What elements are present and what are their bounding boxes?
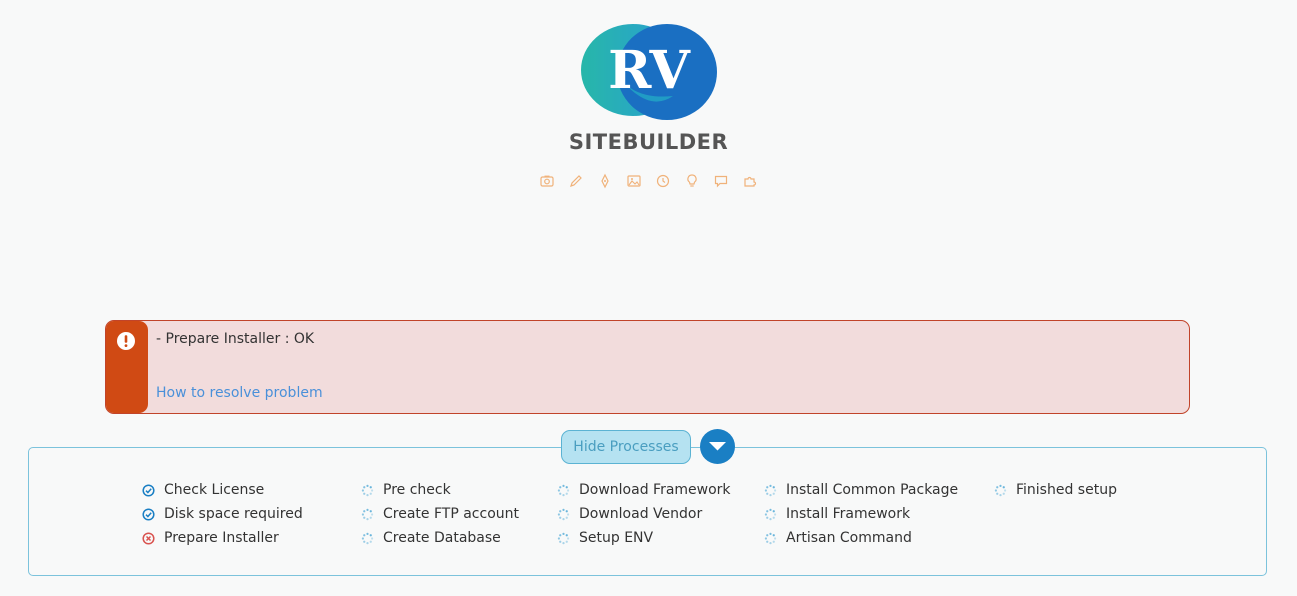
chevron-down-icon <box>709 442 726 451</box>
spinner-icon <box>557 532 570 545</box>
process-label: Download Vendor <box>579 506 703 522</box>
clock-icon <box>655 173 671 189</box>
spinner-icon <box>764 532 777 545</box>
spinner-icon <box>361 484 374 497</box>
pencil-icon <box>568 173 584 189</box>
process-column: Check License Disk space required Prepare … <box>142 478 303 550</box>
process-item: Setup ENV <box>557 526 731 550</box>
process-item: Install Framework <box>764 502 958 526</box>
alert-message: - Prepare Installer : OK <box>156 331 315 347</box>
process-item: Install Common Package <box>764 478 958 502</box>
exclamation-circle-icon <box>117 332 135 350</box>
svg-text:RV: RV <box>608 40 691 101</box>
process-label: Create Database <box>383 530 501 546</box>
process-item: Prepare Installer <box>142 526 303 550</box>
process-item: Create FTP account <box>361 502 519 526</box>
alert-side-bar <box>106 321 148 413</box>
process-item: Download Framework <box>557 478 731 502</box>
process-column: Pre check Create FTP account Create Databa… <box>361 478 519 550</box>
error-alert: - Prepare Installer : OK How to resolve … <box>105 320 1190 414</box>
process-item: Download Vendor <box>557 502 731 526</box>
process-item: Check License <box>142 478 303 502</box>
process-label: Disk space required <box>164 506 303 522</box>
camera-icon <box>539 173 555 189</box>
process-label: Install Framework <box>786 506 911 522</box>
lightbulb-icon <box>684 173 700 189</box>
process-label: Check License <box>164 482 265 498</box>
spinner-icon <box>361 532 374 545</box>
chat-icon <box>713 173 729 189</box>
process-label: Prepare Installer <box>164 530 279 546</box>
spinner-icon <box>557 508 570 521</box>
pen-nib-icon <box>597 173 613 189</box>
process-item: Artisan Command <box>764 526 958 550</box>
puzzle-icon <box>742 173 758 189</box>
check-circle-icon <box>142 483 155 497</box>
process-label: Artisan Command <box>786 530 912 546</box>
process-column: Finished setup <box>994 478 1117 502</box>
process-column: Install Common Package Install Framework A… <box>764 478 958 550</box>
process-item: Disk space required <box>142 502 303 526</box>
process-label: Finished setup <box>1016 482 1117 498</box>
process-label: Create FTP account <box>383 506 519 522</box>
check-circle-icon <box>142 507 155 521</box>
processes-toggle-button[interactable] <box>700 429 735 464</box>
process-item: Create Database <box>361 526 519 550</box>
feature-icon-strip <box>0 173 1297 189</box>
image-icon <box>626 173 642 189</box>
process-label: Pre check <box>383 482 451 498</box>
logo: RV <box>0 22 1297 126</box>
spinner-icon <box>764 484 777 497</box>
spinner-icon <box>557 484 570 497</box>
process-label: Install Common Package <box>786 482 959 498</box>
hide-processes-button[interactable]: Hide Processes <box>561 430 691 464</box>
resolve-problem-link[interactable]: How to resolve problem <box>156 385 323 401</box>
brand-name: SITEBUILDER <box>568 130 729 154</box>
process-label: Setup ENV <box>579 530 654 546</box>
process-item: Pre check <box>361 478 519 502</box>
spinner-icon <box>361 508 374 521</box>
spinner-icon <box>994 484 1007 497</box>
rv-logo-icon: RV <box>580 24 717 120</box>
spinner-icon <box>764 508 777 521</box>
process-column: Download Framework Download Vendor Setup E… <box>557 478 731 550</box>
x-circle-icon <box>142 531 155 545</box>
process-item: Finished setup <box>994 478 1117 502</box>
process-label: Download Framework <box>579 482 731 498</box>
